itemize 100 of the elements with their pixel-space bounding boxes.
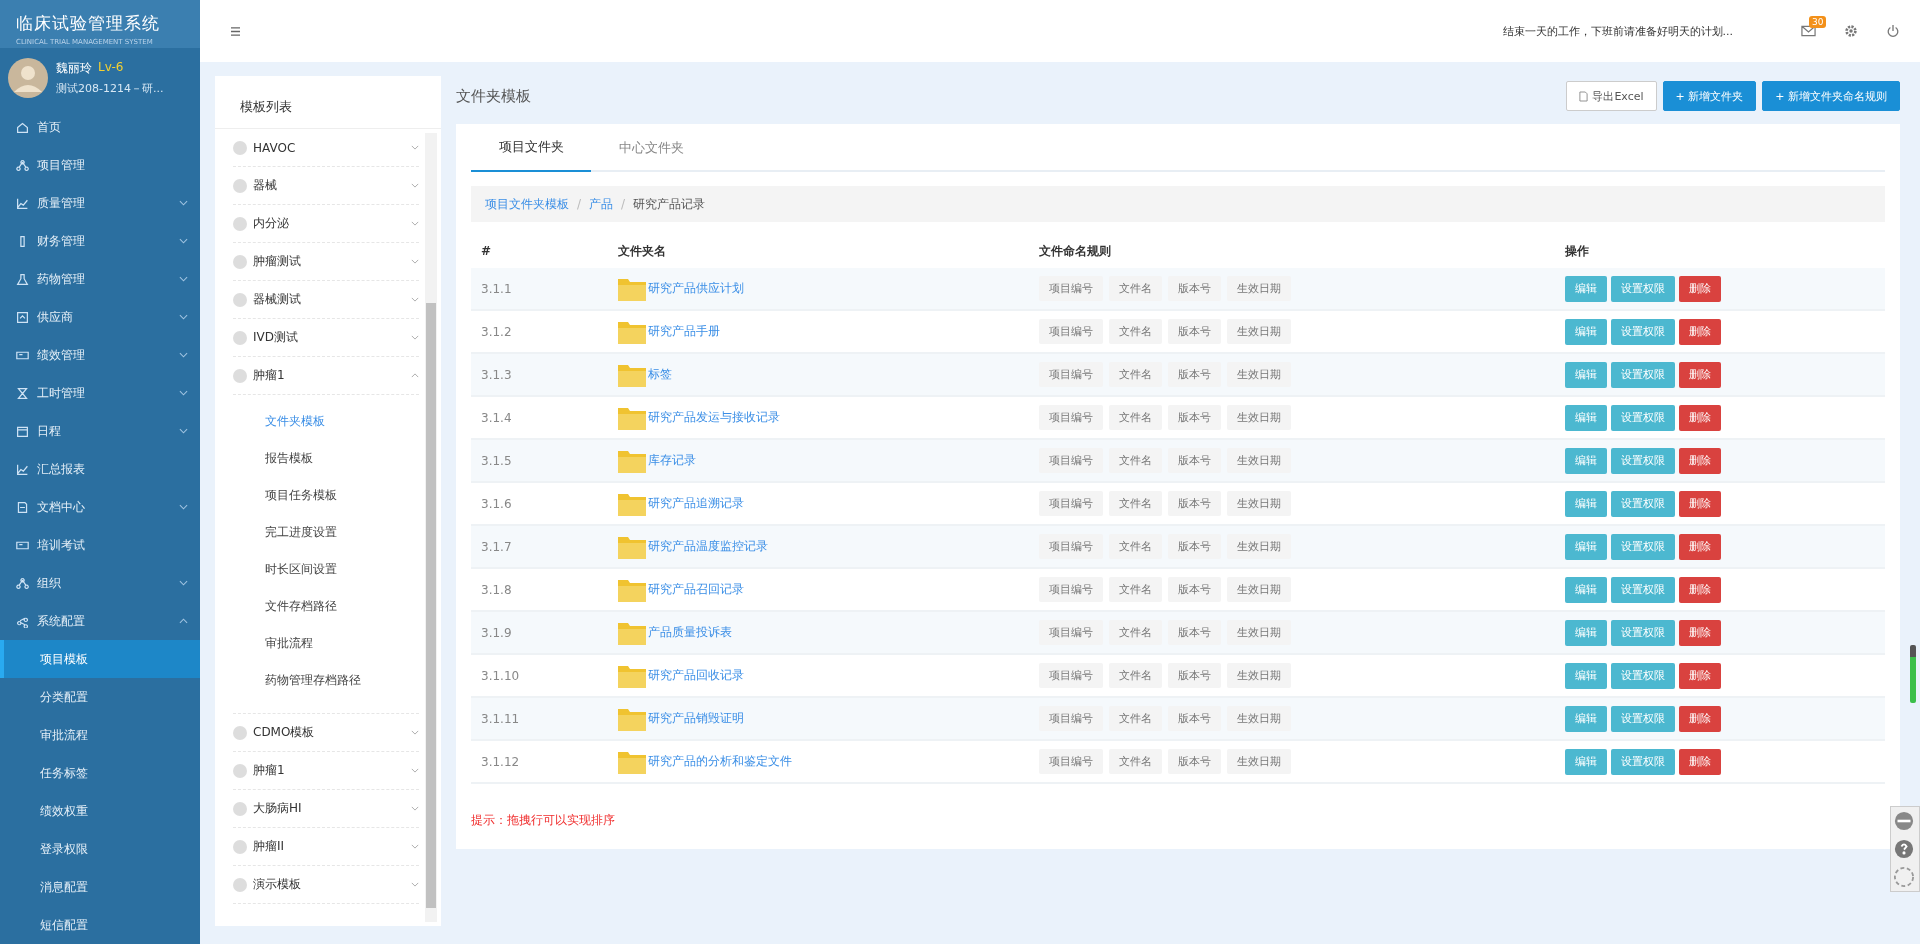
- avatar[interactable]: [8, 58, 48, 98]
- action-button[interactable]: 设置权限: [1611, 748, 1675, 775]
- action-button[interactable]: 设置权限: [1611, 619, 1675, 646]
- mail-icon[interactable]: [1801, 25, 1816, 37]
- template-item[interactable]: 肿瘤测试: [233, 243, 419, 281]
- action-button[interactable]: 设置权限: [1611, 318, 1675, 345]
- action-button[interactable]: 设置权限: [1611, 275, 1675, 302]
- delete-button[interactable]: 删除: [1679, 404, 1721, 431]
- folder-link[interactable]: 库存记录: [648, 452, 696, 469]
- action-button[interactable]: 编辑: [1565, 490, 1607, 517]
- template-item[interactable]: 演示模板: [233, 866, 419, 904]
- add-button[interactable]: + 新增文件夹命名规则: [1762, 81, 1900, 111]
- folder-link[interactable]: 研究产品追溯记录: [648, 495, 744, 512]
- action-button[interactable]: 设置权限: [1611, 404, 1675, 431]
- nav-item[interactable]: 药物管理: [0, 260, 200, 298]
- template-item[interactable]: 器械测试: [233, 281, 419, 319]
- nav-item[interactable]: 首页: [0, 108, 200, 146]
- delete-button[interactable]: 删除: [1679, 275, 1721, 302]
- template-item[interactable]: 肿瘤II: [233, 828, 419, 866]
- template-item[interactable]: 肿瘤1: [233, 752, 419, 790]
- delete-button[interactable]: 删除: [1679, 576, 1721, 603]
- nav-item[interactable]: 绩效管理: [0, 336, 200, 374]
- delete-button[interactable]: 删除: [1679, 533, 1721, 560]
- nav-item[interactable]: 培训考试: [0, 526, 200, 564]
- action-button[interactable]: 编辑: [1565, 318, 1607, 345]
- tab[interactable]: 项目文件夹: [471, 124, 591, 172]
- nav-subitem[interactable]: 绩效权重: [0, 792, 200, 830]
- action-button[interactable]: 编辑: [1565, 275, 1607, 302]
- table-row[interactable]: 3.1.7 研究产品温度监控记录 项目编号 文件名 版本号 生效日期 编辑 设置权限 删除: [471, 526, 1885, 569]
- table-row[interactable]: 3.1.11 研究产品销毁证明 项目编号 文件名 版本号 生效日期 编辑 设置权限 删除: [471, 698, 1885, 741]
- folder-link[interactable]: 研究产品回收记录: [648, 667, 744, 684]
- delete-button[interactable]: 删除: [1679, 748, 1721, 775]
- folder-link[interactable]: 研究产品供应计划: [648, 280, 744, 297]
- action-button[interactable]: 编辑: [1565, 361, 1607, 388]
- action-button[interactable]: 编辑: [1565, 447, 1607, 474]
- action-button[interactable]: 设置权限: [1611, 447, 1675, 474]
- nav-subitem[interactable]: 登录权限: [0, 830, 200, 868]
- action-button[interactable]: 编辑: [1565, 619, 1607, 646]
- action-button[interactable]: 编辑: [1565, 748, 1607, 775]
- table-row[interactable]: 3.1.5 库存记录 项目编号 文件名 版本号 生效日期 编辑 设置权限 删除: [471, 440, 1885, 483]
- nav-item[interactable]: 质量管理: [0, 184, 200, 222]
- settings-icon[interactable]: [1844, 24, 1858, 38]
- export-button[interactable]: 导出Excel: [1566, 81, 1657, 111]
- nav-item[interactable]: 汇总报表: [0, 450, 200, 488]
- table-row[interactable]: 3.1.1 研究产品供应计划 项目编号 文件名 版本号 生效日期 编辑 设置权限 删除: [471, 268, 1885, 311]
- template-subitem[interactable]: 完工进度设置: [265, 514, 419, 551]
- template-subitem[interactable]: 审批流程: [265, 625, 419, 662]
- power-icon[interactable]: [1886, 24, 1900, 38]
- nav-subitem[interactable]: 项目模板: [0, 640, 200, 678]
- action-button[interactable]: 设置权限: [1611, 662, 1675, 689]
- nav-item[interactable]: 工时管理: [0, 374, 200, 412]
- folder-link[interactable]: 研究产品发运与接收记录: [648, 409, 780, 426]
- action-button[interactable]: 编辑: [1565, 662, 1607, 689]
- folder-link[interactable]: 研究产品的分析和鉴定文件: [648, 753, 792, 770]
- template-item[interactable]: 肿瘤1: [233, 357, 419, 395]
- menu-icon[interactable]: [230, 26, 241, 36]
- breadcrumb-link[interactable]: 项目文件夹模板: [485, 195, 569, 213]
- action-button[interactable]: 设置权限: [1611, 533, 1675, 560]
- template-item[interactable]: 大肠病HI: [233, 790, 419, 828]
- nav-subitem[interactable]: 分类配置: [0, 678, 200, 716]
- folder-link[interactable]: 研究产品手册: [648, 323, 720, 340]
- template-subitem[interactable]: 时长区间设置: [265, 551, 419, 588]
- nav-item[interactable]: 组织: [0, 564, 200, 602]
- table-row[interactable]: 3.1.3 标签 项目编号 文件名 版本号 生效日期 编辑 设置权限 删除: [471, 354, 1885, 397]
- nav-subitem[interactable]: 任务标签: [0, 754, 200, 792]
- template-subitem[interactable]: 报告模板: [265, 440, 419, 477]
- action-button[interactable]: 设置权限: [1611, 361, 1675, 388]
- action-button[interactable]: 设置权限: [1611, 576, 1675, 603]
- nav-subitem[interactable]: 消息配置: [0, 868, 200, 906]
- nav-item[interactable]: 供应商: [0, 298, 200, 336]
- action-button[interactable]: 编辑: [1565, 533, 1607, 560]
- delete-button[interactable]: 删除: [1679, 619, 1721, 646]
- delete-button[interactable]: 删除: [1679, 662, 1721, 689]
- template-item[interactable]: 器械: [233, 167, 419, 205]
- nav-item[interactable]: 系统配置: [0, 602, 200, 640]
- breadcrumb-link[interactable]: 产品: [589, 195, 614, 213]
- folder-link[interactable]: 研究产品销毁证明: [648, 710, 744, 727]
- folder-link[interactable]: 产品质量投诉表: [648, 624, 732, 641]
- nav-item[interactable]: 日程: [0, 412, 200, 450]
- scrollbar[interactable]: [425, 133, 437, 922]
- folder-link[interactable]: 标签: [648, 366, 672, 383]
- delete-button[interactable]: 删除: [1679, 318, 1721, 345]
- nav-item[interactable]: 财务管理: [0, 222, 200, 260]
- add-button[interactable]: + 新增文件夹: [1662, 81, 1757, 111]
- template-subitem[interactable]: 文件夹模板: [265, 403, 419, 440]
- delete-button[interactable]: 删除: [1679, 447, 1721, 474]
- folder-link[interactable]: 研究产品召回记录: [648, 581, 744, 598]
- tab[interactable]: 中心文件夹: [591, 124, 711, 172]
- side-tab[interactable]: [1910, 645, 1916, 703]
- action-button[interactable]: 编辑: [1565, 576, 1607, 603]
- template-subitem[interactable]: 药物管理存档路径: [265, 662, 419, 699]
- nav-subitem[interactable]: 审批流程: [0, 716, 200, 754]
- nav-subitem[interactable]: 短信配置: [0, 906, 200, 944]
- template-item[interactable]: HAVOC: [233, 129, 419, 167]
- nav-item[interactable]: 文档中心: [0, 488, 200, 526]
- action-button[interactable]: 设置权限: [1611, 705, 1675, 732]
- folder-link[interactable]: 研究产品温度监控记录: [648, 538, 768, 555]
- delete-button[interactable]: 删除: [1679, 490, 1721, 517]
- template-item[interactable]: CDMO模板: [233, 714, 419, 752]
- action-button[interactable]: 设置权限: [1611, 490, 1675, 517]
